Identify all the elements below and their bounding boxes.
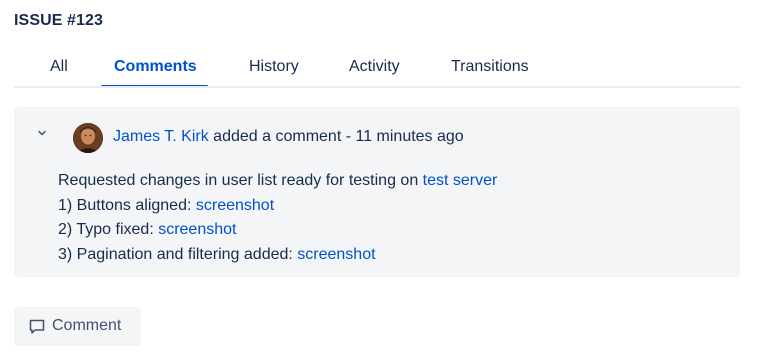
- comment-line: Requested changes in user list ready for…: [58, 169, 497, 194]
- tab-label: Comments: [114, 58, 197, 75]
- tab-label: Activity: [349, 58, 400, 75]
- comment-line-text: 3) Pagination and filtering added:: [58, 245, 298, 263]
- chevron-down-icon[interactable]: [36, 127, 48, 139]
- comment-card: James T. Kirk added a comment - 11 minut…: [14, 107, 740, 277]
- tab-comments[interactable]: Comments: [101, 58, 208, 88]
- comment-header: James T. Kirk added a comment - 11 minut…: [113, 128, 464, 146]
- test-server-link[interactable]: test server: [423, 172, 498, 189]
- comment-line: 3) Pagination and filtering added: scree…: [58, 243, 497, 268]
- issue-title: ISSUE #123: [14, 12, 104, 29]
- tab-transitions[interactable]: Transitions: [451, 58, 529, 88]
- comment-button-label: Comment: [52, 317, 122, 334]
- comment-line-text: Requested changes in user list ready for…: [58, 172, 423, 189]
- tab-bar: All Comments History Activity Transition…: [14, 52, 740, 88]
- comment-line-text: 1) Buttons aligned:: [58, 196, 196, 214]
- speech-bubble-icon: [29, 319, 45, 334]
- tab-label: Transitions: [451, 58, 529, 75]
- comment-body: Requested changes in user list ready for…: [58, 169, 497, 267]
- screenshot-link[interactable]: screenshot: [158, 221, 236, 238]
- screenshot-link[interactable]: screenshot: [297, 246, 375, 263]
- tab-all[interactable]: All: [50, 58, 68, 88]
- author-link[interactable]: James T. Kirk: [113, 128, 209, 145]
- issue-panel: ISSUE #123 All Comments History Activity…: [0, 0, 760, 358]
- tab-divider: [14, 86, 740, 88]
- comment-line: 2) Typo fixed: screenshot: [58, 218, 497, 243]
- tab-history[interactable]: History: [249, 58, 299, 88]
- tab-label: All: [50, 58, 68, 75]
- screenshot-link[interactable]: screenshot: [196, 197, 274, 214]
- comment-line: 1) Buttons aligned: screenshot: [58, 194, 497, 219]
- comment-meta: added a comment - 11 minutes ago: [208, 128, 464, 145]
- comment-line-text: 2) Typo fixed:: [58, 221, 159, 238]
- tab-activity[interactable]: Activity: [349, 58, 400, 88]
- add-comment-button[interactable]: Comment: [14, 307, 141, 346]
- tab-label: History: [249, 58, 299, 75]
- avatar: [73, 123, 103, 153]
